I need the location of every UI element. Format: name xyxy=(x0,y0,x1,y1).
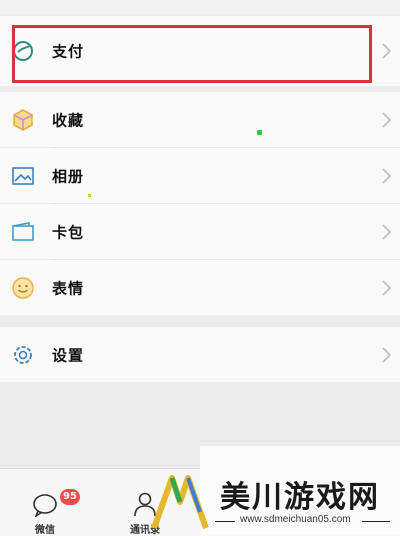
card-wallet-icon xyxy=(12,221,34,241)
chevron-right-icon xyxy=(382,346,392,363)
yellow-dot xyxy=(88,194,91,197)
green-dot xyxy=(257,130,262,135)
watermark-logo xyxy=(151,475,209,530)
chevron-right-icon xyxy=(382,111,392,128)
tab-chats[interactable]: 95 微信 xyxy=(5,469,85,536)
chevron-right-icon xyxy=(382,223,392,240)
highlight-box xyxy=(12,25,372,83)
watermark-line-right xyxy=(362,521,390,522)
section-gap xyxy=(0,315,400,327)
menu-item-settings[interactable]: 设置 xyxy=(0,327,400,382)
settings-icon xyxy=(14,345,32,364)
tab-label: 微信 xyxy=(35,525,55,536)
watermark-url: www.sdmeichuan05.com xyxy=(240,514,351,525)
menu-item-label: 设置 xyxy=(52,346,85,364)
chevron-right-icon xyxy=(382,43,392,59)
top-strip xyxy=(0,0,400,14)
chat-icon xyxy=(33,494,57,517)
watermark-text: 美川游戏网 xyxy=(220,480,380,515)
menu-item-label: 相册 xyxy=(52,167,85,185)
chevron-right-icon xyxy=(382,167,392,184)
watermark-line-left xyxy=(215,521,235,522)
menu-item-sticker[interactable]: 表情 xyxy=(0,260,400,315)
menu-item-favorites[interactable]: 收藏 xyxy=(0,92,400,147)
unread-badge: 95 xyxy=(60,489,80,505)
menu-item-label: 卡包 xyxy=(52,223,85,241)
album-icon xyxy=(12,166,34,185)
menu-item-card-wallet[interactable]: 卡包 xyxy=(0,204,400,259)
menu-item-label: 收藏 xyxy=(52,111,85,129)
menu-item-label: 表情 xyxy=(52,279,85,297)
menu-item-album[interactable]: 相册 xyxy=(0,148,400,203)
sticker-icon xyxy=(12,276,34,299)
favorites-icon xyxy=(13,108,33,131)
chevron-right-icon xyxy=(382,279,392,296)
